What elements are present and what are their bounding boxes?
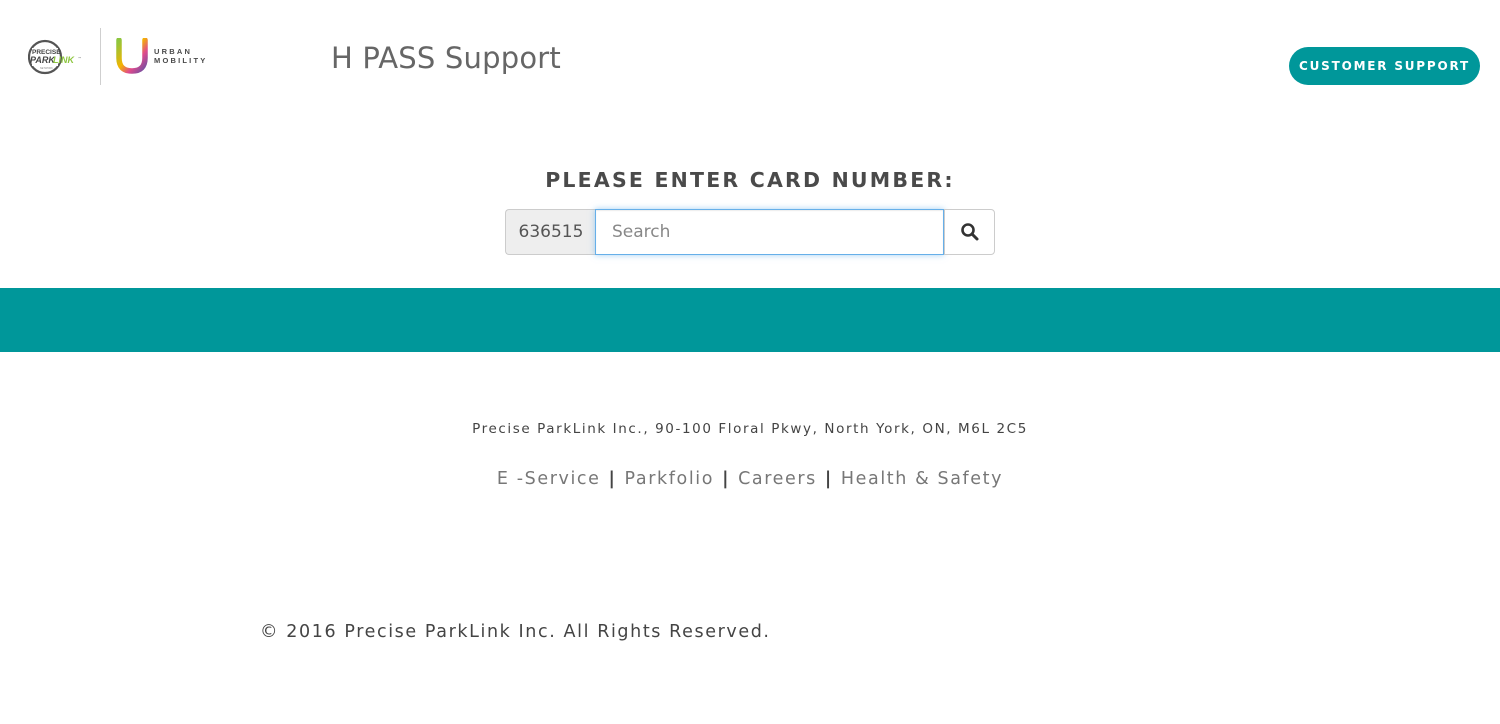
svg-text:™: ™	[78, 56, 81, 60]
logo-divider	[100, 28, 101, 85]
search-button[interactable]	[944, 209, 995, 255]
customer-support-button[interactable]: CUSTOMER SUPPORT	[1289, 47, 1480, 85]
footer-link-careers[interactable]: Careers	[738, 469, 817, 489]
copyright-notice: © 2016 Precise ParkLink Inc. All Rights …	[260, 622, 771, 642]
precise-parklink-logo[interactable]: PRECISE PARK LINK ™ NETWORK	[28, 38, 88, 76]
urban-logo-line2: MOBILITY	[154, 56, 208, 65]
card-prefix: 636515	[505, 209, 596, 255]
card-number-label: PLEASE ENTER CARD NUMBER:	[545, 168, 955, 192]
footer-link-parkfolio[interactable]: Parkfolio	[625, 469, 715, 489]
urban-logo-line1: URBAN	[154, 47, 193, 56]
urban-u-icon	[116, 37, 148, 74]
svg-text:NETWORK: NETWORK	[40, 67, 53, 70]
footer-link-health-safety[interactable]: Health & Safety	[841, 469, 1003, 489]
link-separator: |	[824, 469, 833, 489]
svg-text:LINK: LINK	[53, 55, 75, 65]
urban-mobility-logo[interactable]: URBAN MOBILITY	[116, 37, 216, 74]
link-separator: |	[608, 469, 617, 489]
link-separator: |	[722, 469, 731, 489]
footer-link-eservice[interactable]: E -Service	[497, 469, 601, 489]
page-title: H PASS Support	[331, 41, 561, 75]
card-search-group: 636515	[505, 209, 995, 255]
site-header: PRECISE PARK LINK ™ NETWORK URBAN MOBILI…	[0, 0, 1500, 120]
teal-band	[0, 288, 1500, 352]
company-address: Precise ParkLink Inc., 90-100 Floral Pkw…	[472, 421, 1028, 437]
footer-links: E -Service | Parkfolio | Careers | Health & Sa…	[0, 469, 1500, 489]
search-icon	[960, 223, 978, 241]
card-number-input[interactable]	[595, 209, 944, 255]
